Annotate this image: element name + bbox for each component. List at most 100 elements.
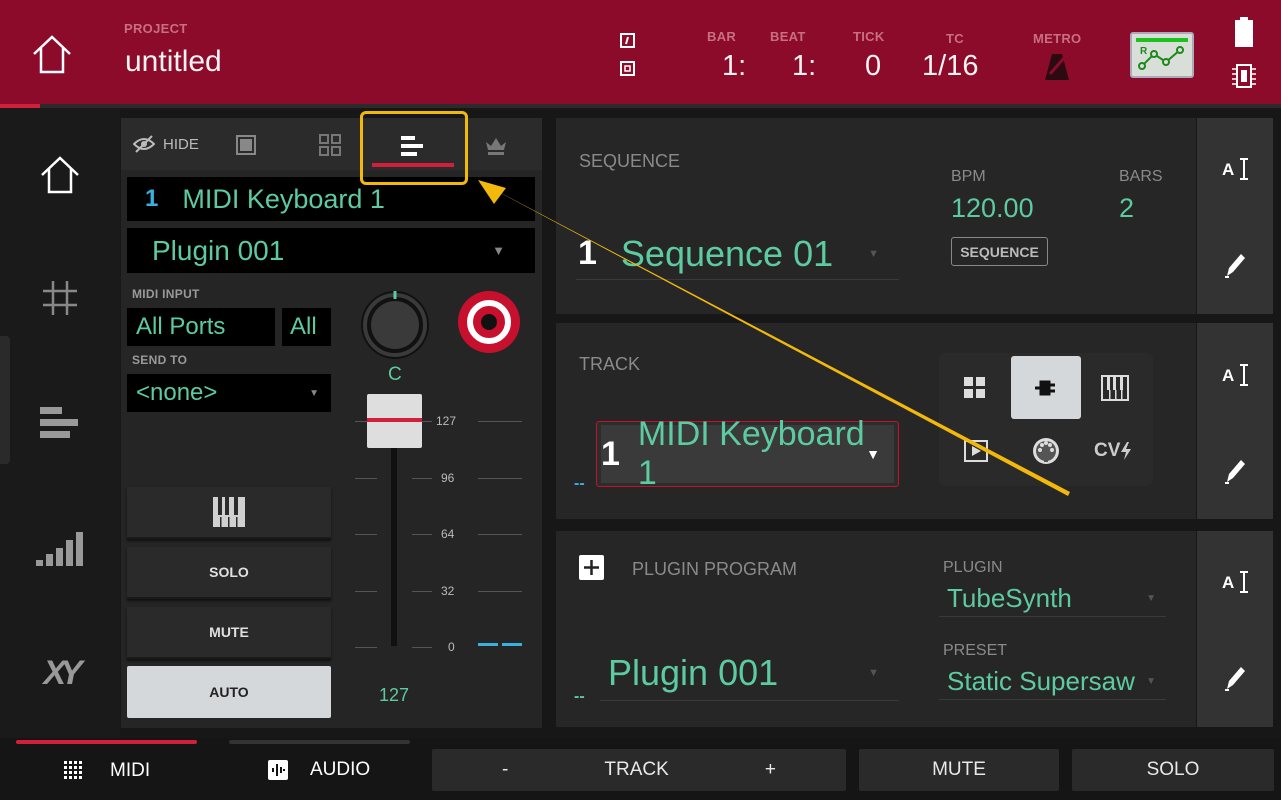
home-icon[interactable] [28, 32, 76, 76]
highlight-callout-box [360, 111, 468, 185]
tick-label: TICK [853, 29, 885, 44]
project-name[interactable]: untitled [125, 45, 222, 79]
project-label: PROJECT [124, 21, 188, 36]
chevron-down-icon: ▼ [1146, 592, 1156, 604]
audio-tab[interactable]: AUDIO [268, 759, 370, 781]
bar-value: 1: [722, 50, 747, 82]
bottom-mute-button[interactable]: MUTE [859, 749, 1059, 791]
pad-grid-icon[interactable] [20, 268, 100, 328]
plugin-panel-side [1197, 531, 1273, 727]
hide-tab[interactable]: HIDE [133, 134, 199, 154]
level-meter-left [478, 643, 498, 646]
storage-chip-icon [1230, 62, 1258, 90]
metronome-icon[interactable] [1044, 52, 1070, 82]
midi-tab[interactable]: MIDI [64, 760, 150, 782]
fader-tick-line [355, 647, 377, 648]
mute-button[interactable]: MUTE [127, 607, 331, 659]
tick-value: 0 [865, 50, 882, 82]
fader-tick-label: 96 [441, 471, 455, 485]
plugin-program-select[interactable]: Plugin 001 ▼ [600, 645, 899, 701]
automation-badge: R [1140, 46, 1148, 57]
rename-program-icon[interactable]: A [1221, 568, 1251, 601]
send-to-select[interactable]: <none> ▼ [127, 374, 331, 412]
track-nav-label: TRACK [604, 759, 669, 780]
track-view-icon[interactable] [20, 393, 100, 453]
bars-value[interactable]: 2 [1119, 193, 1134, 224]
keyboard-button[interactable] [127, 487, 331, 539]
edit-track-pencil-icon[interactable] [1223, 456, 1247, 489]
midi-input-channel-field[interactable]: All [282, 308, 331, 346]
rename-track-icon[interactable]: A [1221, 361, 1251, 394]
bar-label: BAR [707, 29, 737, 44]
track-prev-button[interactable]: - [502, 759, 508, 781]
fader-cap-line [367, 418, 422, 422]
track-name: MIDI Keyboard 1 [182, 183, 385, 214]
xy-icon[interactable]: XY [20, 643, 100, 703]
tab-single-view[interactable] [236, 135, 256, 155]
bottom-solo-button[interactable]: SOLO [1072, 749, 1274, 791]
track-type-cv-button[interactable]: CV [1094, 440, 1132, 462]
battery-icon [1235, 17, 1253, 47]
fader-tick-line [412, 647, 432, 648]
fader-tick-line [355, 591, 377, 592]
tc-label: TC [946, 31, 964, 46]
automation-button[interactable]: R [1130, 32, 1194, 78]
send-to-value: <none> [136, 379, 218, 406]
single-view-icon [240, 139, 252, 151]
meter-tick-line [478, 591, 522, 592]
track-type-keygroup-icon[interactable] [1101, 375, 1129, 406]
plugin-value: TubeSynth [947, 582, 1072, 613]
midi-tab-indicator [16, 740, 197, 744]
edit-program-pencil-icon[interactable] [1223, 663, 1247, 696]
tab-grid-view[interactable] [319, 134, 341, 161]
mixer-icon[interactable] [20, 518, 100, 578]
header-divider [0, 104, 1281, 108]
tc-value[interactable]: 1/16 [922, 50, 978, 83]
rename-sequence-icon[interactable]: A [1221, 155, 1251, 188]
svg-text:A: A [1222, 573, 1234, 592]
hide-label: HIDE [163, 135, 199, 153]
tab-crown[interactable] [484, 134, 508, 161]
fader-tick-line [355, 534, 377, 535]
plugin-select[interactable]: TubeSynth ▼ [939, 580, 1166, 617]
track-next-button[interactable]: + [765, 759, 776, 781]
chevron-down-icon: ▼ [1146, 675, 1156, 687]
volume-fader-cap[interactable] [367, 394, 422, 448]
fader-tick-label: 32 [441, 584, 455, 598]
cv-label: CV [1094, 440, 1121, 461]
chevron-down-icon: ▼ [309, 387, 319, 399]
volume-fader-track[interactable] [391, 420, 397, 646]
metro-label: METRO [1033, 31, 1082, 46]
pan-value: C [388, 364, 402, 385]
plugin-label: PLUGIN [943, 559, 1003, 576]
midi-input-label: MIDI INPUT [132, 287, 200, 301]
sequence-panel-side [1197, 118, 1273, 314]
fader-tick-line [412, 478, 432, 479]
plugin-program-name: Plugin 001 [608, 651, 779, 693]
pan-knob[interactable] [359, 289, 431, 361]
edit-sequence-pencil-icon[interactable] [1223, 250, 1247, 283]
chevron-down-icon: ▼ [868, 666, 879, 679]
transport-info-icon[interactable] [618, 31, 638, 79]
auto-button[interactable]: AUTO [127, 666, 331, 718]
midi-input-port-field[interactable]: All Ports [127, 308, 275, 346]
preset-select[interactable]: Static Supersaw ▼ [939, 663, 1166, 700]
audio-tab-indicator [229, 740, 410, 744]
audio-tab-label: AUDIO [310, 759, 371, 780]
midi-grid-icon [64, 761, 82, 779]
level-meter-right [502, 643, 522, 646]
hide-eye-icon [133, 135, 155, 153]
solo-button[interactable]: SOLO [127, 547, 331, 599]
add-program-button[interactable] [579, 555, 604, 580]
sequence-label: SEQUENCE [579, 151, 681, 171]
track-nav-control: - TRACK + [432, 749, 846, 791]
piano-keys-icon [213, 497, 245, 527]
bars-label: BARS [1119, 168, 1163, 185]
preset-value: Static Supersaw [947, 665, 1135, 696]
svg-text:A: A [1222, 366, 1234, 385]
grid-view-icon [319, 134, 341, 156]
sidebar-home-icon[interactable] [20, 145, 100, 205]
meter-tick-line [478, 534, 522, 535]
fader-tick-label: 0 [448, 640, 455, 654]
track-panel-side [1197, 323, 1273, 519]
